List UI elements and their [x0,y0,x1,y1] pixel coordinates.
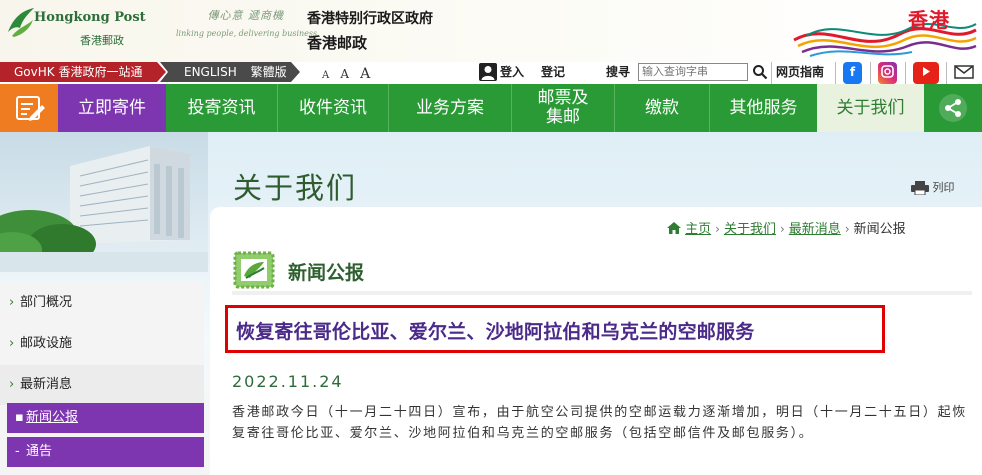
breadcrumb-home[interactable]: 主页 [685,222,711,237]
home-icon [667,222,681,234]
nav-post-now[interactable]: 立即寄件 [58,84,166,132]
slogan: 傳心意 遞商機 linking people, delivering busin… [176,7,317,53]
nav-stamps-line2: 集邮 [546,107,580,127]
bullet-icon: - [15,444,20,459]
dragon-ribbon-icon [793,23,977,57]
facebook-icon[interactable]: f [843,62,862,84]
brand-hk-text: 香港 [908,8,950,32]
sidebar-item-label: 邮政设施 [20,336,73,351]
logo-english-text: Hongkong Post [34,10,146,25]
breadcrumb: 主页 › 关于我们 › 最新消息 › 新闻公报 [667,218,906,237]
search-input[interactable] [638,63,748,81]
bird-logo-icon [8,8,34,37]
breadcrumb-current: 新闻公报 [853,222,906,237]
user-icon[interactable] [479,63,497,81]
nav-payment[interactable]: 缴款 [615,84,709,132]
youtube-icon[interactable] [913,62,939,84]
section-rule [232,291,972,295]
sidebar-subitem-press-releases[interactable]: ▪ 新闻公报 [7,403,204,433]
search-icon[interactable] [752,64,768,80]
sidebar-item-label: 最新消息 [20,377,73,392]
sidebar-subitem-label: 新闻公报 [26,410,79,425]
gov-title-line2: 香港邮政 [307,34,368,52]
government-title: 香港特别行政区政府 香港邮政 [307,8,467,53]
breadcrumb-arrow-icon: › [844,222,850,236]
breadcrumb-arrow-icon: › [779,222,785,236]
utility-bar: GovHK 香港政府一站通 ENGLISH 繁體版 A A A 登入 登记 搜寻… [0,62,982,84]
print-label: 列印 [932,181,955,194]
slogan-english: linking people, delivering business [176,29,318,38]
search-label: 搜寻 [606,65,631,79]
headline-highlight-box: 恢复寄往哥伦比亚、爱尔兰、沙地阿拉伯和乌克兰的空邮服务 [225,305,885,353]
section-heading: 新闻公报 [232,250,982,295]
register-link[interactable]: 登记 [541,62,565,84]
share-icon [939,94,967,122]
brand-hong-kong-logo[interactable]: 香港 [790,0,980,62]
article-headline: 恢复寄往哥伦比亚、爱尔兰、沙地阿拉伯和乌克兰的空邮服务 [236,321,755,343]
divider [905,62,906,84]
article-body: 香港邮政今日（十一月二十四日）宣布，由于航空公司提供的空邮运载力逐渐增加，明日（… [232,405,968,441]
font-size-switcher: A A A [322,63,376,82]
sidebar: › 部门概况 › 邮政设施 › 最新消息 ▪ 新闻公报 - 通告 [0,281,204,475]
home-menu-icon [16,96,45,121]
lang-english-link[interactable]: ENGLISH [184,65,237,79]
sidebar-subitem-notices[interactable]: - 通告 [7,437,204,467]
chevron-right-icon: › [9,336,15,351]
chevron-right-icon: › [9,377,15,392]
nav-business-solutions[interactable]: 业务方案 [389,84,511,132]
site-header: Hongkong Post 香港郵政 傳心意 遞商機 linking peopl… [0,0,982,62]
print-icon [911,181,929,196]
nav-stamps-line1: 邮票及 [537,88,589,108]
stamp-icon [233,251,275,289]
divider [870,62,871,84]
hongkong-post-logo[interactable]: Hongkong Post 香港郵政 [6,4,146,56]
bullet-icon: ▪ [15,410,24,425]
instagram-icon[interactable] [878,62,897,84]
sitemap-link[interactable]: 网页指南 [776,62,824,84]
govhk-link[interactable]: GovHK 香港政府一站通 [0,62,166,82]
breadcrumb-about[interactable]: 关于我们 [724,222,776,237]
nav-stamps-philately[interactable]: 邮票及 集邮 [512,84,614,132]
sidebar-item-latest-news[interactable]: › 最新消息 [0,365,204,405]
font-size-small[interactable]: A [322,70,329,81]
slogan-chinese: 傳心意 遞商機 [207,9,284,22]
print-button[interactable]: 列印 [911,179,955,196]
divider [771,62,772,84]
nav-other-services[interactable]: 其他服务 [710,84,817,132]
sidebar-item-postal-facilities[interactable]: › 邮政设施 [0,324,204,364]
sidebar-subitem-label: 通告 [26,444,53,459]
font-size-medium[interactable]: A [340,67,349,81]
sidebar-item-label: 部门概况 [20,295,73,310]
share-button[interactable] [924,84,982,132]
mail-icon[interactable] [954,64,974,80]
lang-traditional-link[interactable]: 繁體版 [251,65,287,79]
building-illustration [0,132,208,272]
sidebar-item-department[interactable]: › 部门概况 [0,283,204,323]
nav-home-button[interactable] [0,84,58,132]
section-title-text: 新闻公报 [288,262,365,284]
gov-title-line1: 香港特别行政区政府 [307,11,433,27]
chevron-right-icon: › [9,295,15,310]
divider [835,62,836,84]
divider [946,62,947,84]
article-date: 2022.11.24 [232,372,344,391]
page-title: 关于我们 [233,171,358,205]
font-size-large[interactable]: A [360,66,370,82]
nav-posting-info[interactable]: 投寄资讯 [166,84,277,132]
main-navigation: 立即寄件 投寄资讯 收件资讯 业务方案 邮票及 集邮 缴款 其他服务 关于我们 [0,84,982,132]
language-switcher: ENGLISH 繁體版 [160,62,300,82]
breadcrumb-arrow-icon: › [715,222,720,236]
nav-about-us[interactable]: 关于我们 [817,84,924,132]
nav-receiving-info[interactable]: 收件资讯 [278,84,388,132]
logo-chinese-text: 香港郵政 [80,34,124,47]
utility-right: 登入 登记 搜寻 网页指南 f [474,62,982,84]
breadcrumb-latest-news[interactable]: 最新消息 [789,222,841,237]
login-link[interactable]: 登入 [500,62,524,84]
